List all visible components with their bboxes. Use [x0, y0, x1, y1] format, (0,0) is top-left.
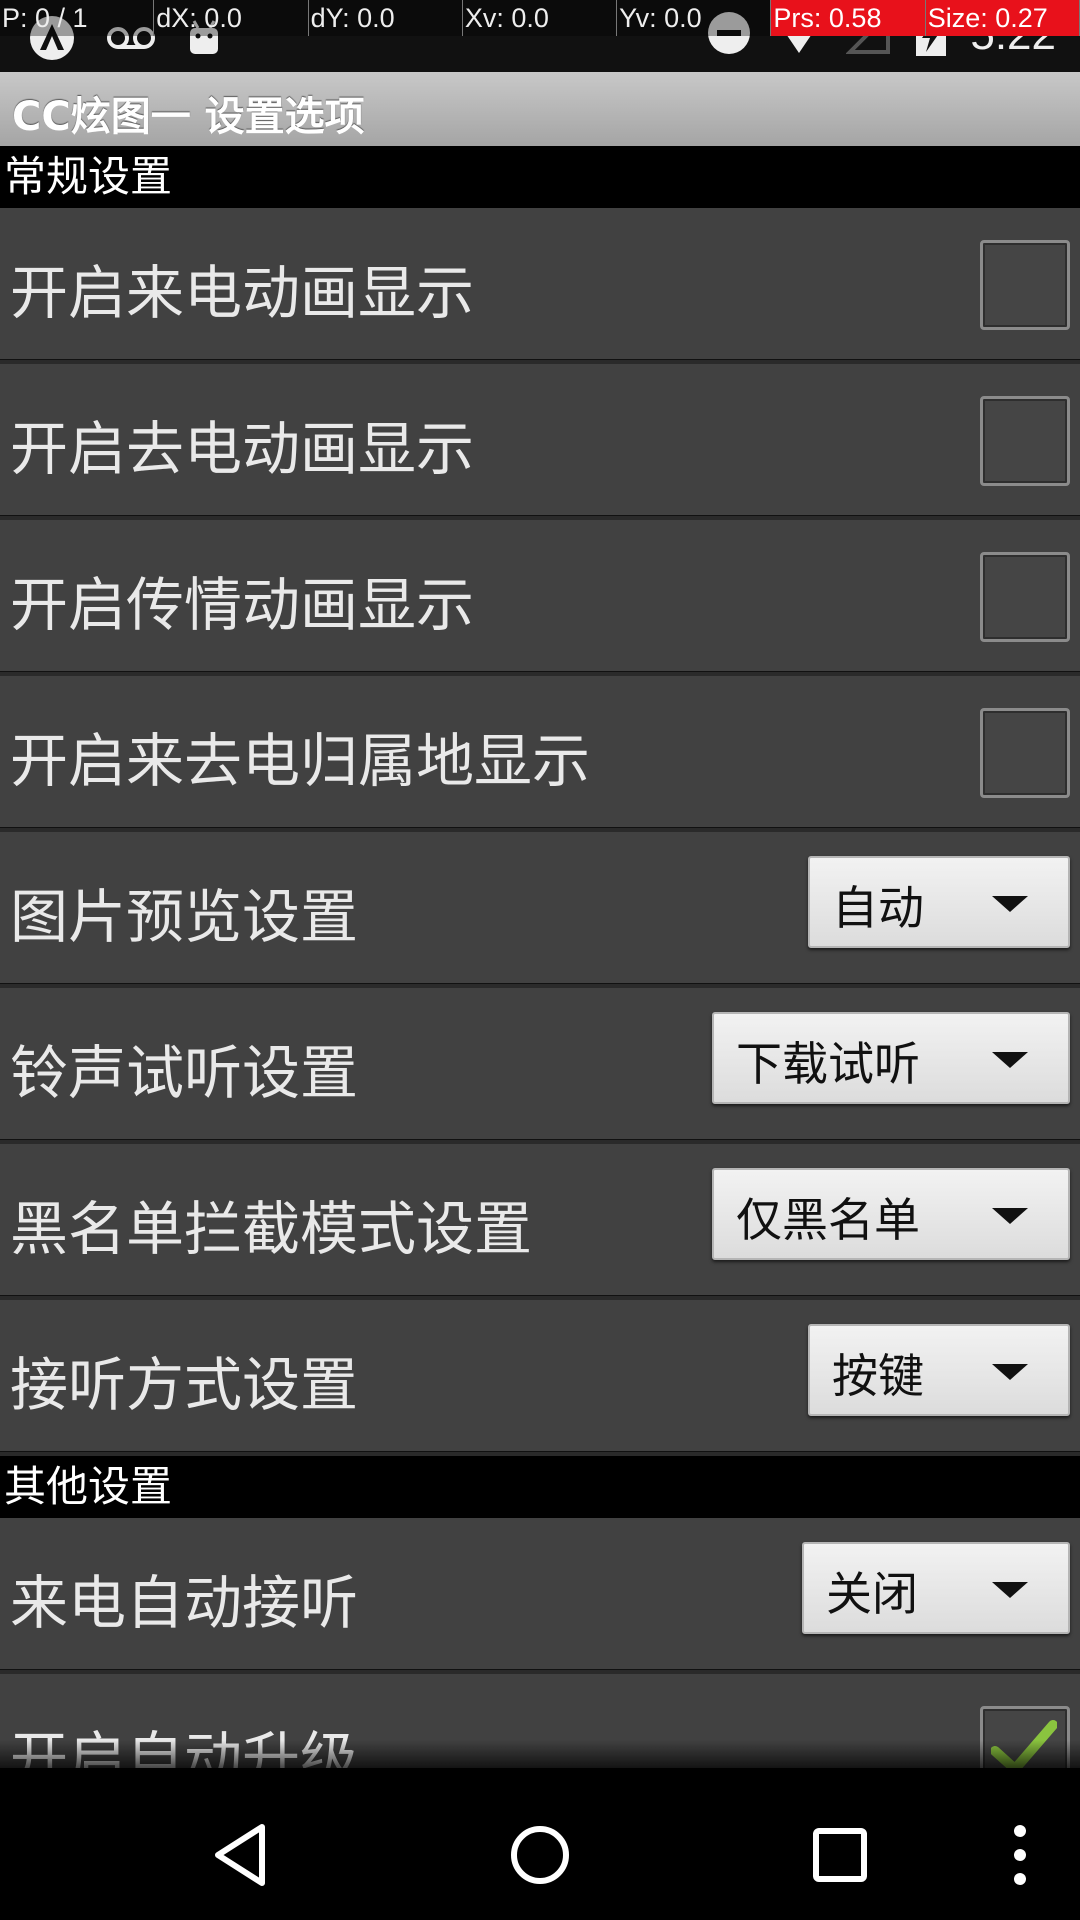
dropdown-value: 下载试听: [736, 1037, 920, 1091]
settings-list[interactable]: 常规设置 开启来电动画显示 开启去电动画显示 开启传情动画显示 开启来去电归属地…: [0, 146, 1080, 1768]
home-icon[interactable]: [480, 1810, 600, 1900]
auto-upgrade-checkbox[interactable]: [980, 1706, 1070, 1768]
ringtone-preview-dropdown[interactable]: 下载试听: [712, 1012, 1070, 1104]
dropdown-value: 仅黑名单: [736, 1193, 920, 1247]
auto-answer-dropdown[interactable]: 关闭: [802, 1542, 1070, 1634]
recents-icon[interactable]: [780, 1810, 900, 1900]
setting-feeling-animation[interactable]: 开启传情动画显示: [0, 520, 1080, 676]
answer-mode-dropdown[interactable]: 按键: [808, 1324, 1070, 1416]
setting-ringtone-preview[interactable]: 铃声试听设置 下载试听: [0, 988, 1080, 1144]
incoming-call-animation-checkbox[interactable]: [980, 240, 1070, 330]
dropdown-arrow-icon: [992, 1052, 1028, 1068]
dropdown-value: 自动: [832, 881, 924, 935]
dropdown-arrow-icon: [992, 896, 1028, 912]
overflow-menu-icon[interactable]: [960, 1810, 1080, 1900]
setting-label: 开启来去电归属地显示: [10, 727, 591, 795]
feeling-animation-checkbox[interactable]: [980, 552, 1070, 642]
dropdown-arrow-icon: [992, 1364, 1028, 1380]
setting-label: 开启自动升级: [10, 1725, 359, 1768]
setting-label: 铃声试听设置: [10, 1039, 359, 1107]
pointer-size: Size: 0.27: [925, 0, 1080, 36]
setting-label: 开启去电动画显示: [10, 415, 475, 483]
blacklist-mode-dropdown[interactable]: 仅黑名单: [712, 1168, 1070, 1260]
setting-blacklist-mode[interactable]: 黑名单拦截模式设置 仅黑名单: [0, 1144, 1080, 1300]
setting-outgoing-call-animation[interactable]: 开启去电动画显示: [0, 364, 1080, 520]
app-title-bar: CC炫图一 设置选项: [0, 72, 1080, 146]
setting-label: 接听方式设置: [10, 1351, 359, 1419]
setting-auto-upgrade[interactable]: 开启自动升级: [0, 1674, 1080, 1768]
setting-answer-mode[interactable]: 接听方式设置 按键: [0, 1300, 1080, 1456]
setting-label: 图片预览设置: [10, 883, 359, 951]
section-header-general: 常规设置: [0, 146, 1080, 208]
pointer-dy: dY: 0.0: [308, 0, 463, 36]
outgoing-call-animation-checkbox[interactable]: [980, 396, 1070, 486]
setting-label: 开启传情动画显示: [10, 571, 475, 639]
dropdown-arrow-icon: [992, 1208, 1028, 1224]
setting-location-display[interactable]: 开启来去电归属地显示: [0, 676, 1080, 832]
setting-auto-answer[interactable]: 来电自动接听 关闭: [0, 1518, 1080, 1674]
pointer-count: P: 0 / 1: [0, 0, 155, 36]
section-header-other: 其他设置: [0, 1456, 1080, 1518]
dropdown-arrow-icon: [992, 1582, 1028, 1598]
dropdown-value: 按键: [832, 1349, 924, 1403]
location-display-checkbox[interactable]: [980, 708, 1070, 798]
dropdown-value: 关闭: [826, 1567, 918, 1621]
page-title: CC炫图一 设置选项: [12, 94, 365, 140]
setting-label: 开启来电动画显示: [10, 259, 475, 327]
pointer-xv: Xv: 0.0: [462, 0, 618, 36]
image-preview-dropdown[interactable]: 自动: [808, 856, 1070, 948]
back-icon[interactable]: [180, 1810, 300, 1900]
setting-label: 黑名单拦截模式设置: [10, 1195, 533, 1263]
pointer-yv: Yv: 0.0: [617, 0, 772, 36]
pointer-location-overlay: P: 0 / 1 dX: 0.0 dY: 0.0 Xv: 0.0 Yv: 0.0…: [0, 0, 1080, 36]
pointer-pressure: Prs: 0.58: [771, 0, 926, 36]
setting-label: 来电自动接听: [10, 1569, 359, 1637]
navigation-bar: [0, 1780, 1080, 1920]
pointer-dx: dX: 0.0: [154, 0, 309, 36]
setting-image-preview[interactable]: 图片预览设置 自动: [0, 832, 1080, 988]
setting-incoming-call-animation[interactable]: 开启来电动画显示: [0, 208, 1080, 364]
checkmark-icon: [991, 1720, 1057, 1768]
